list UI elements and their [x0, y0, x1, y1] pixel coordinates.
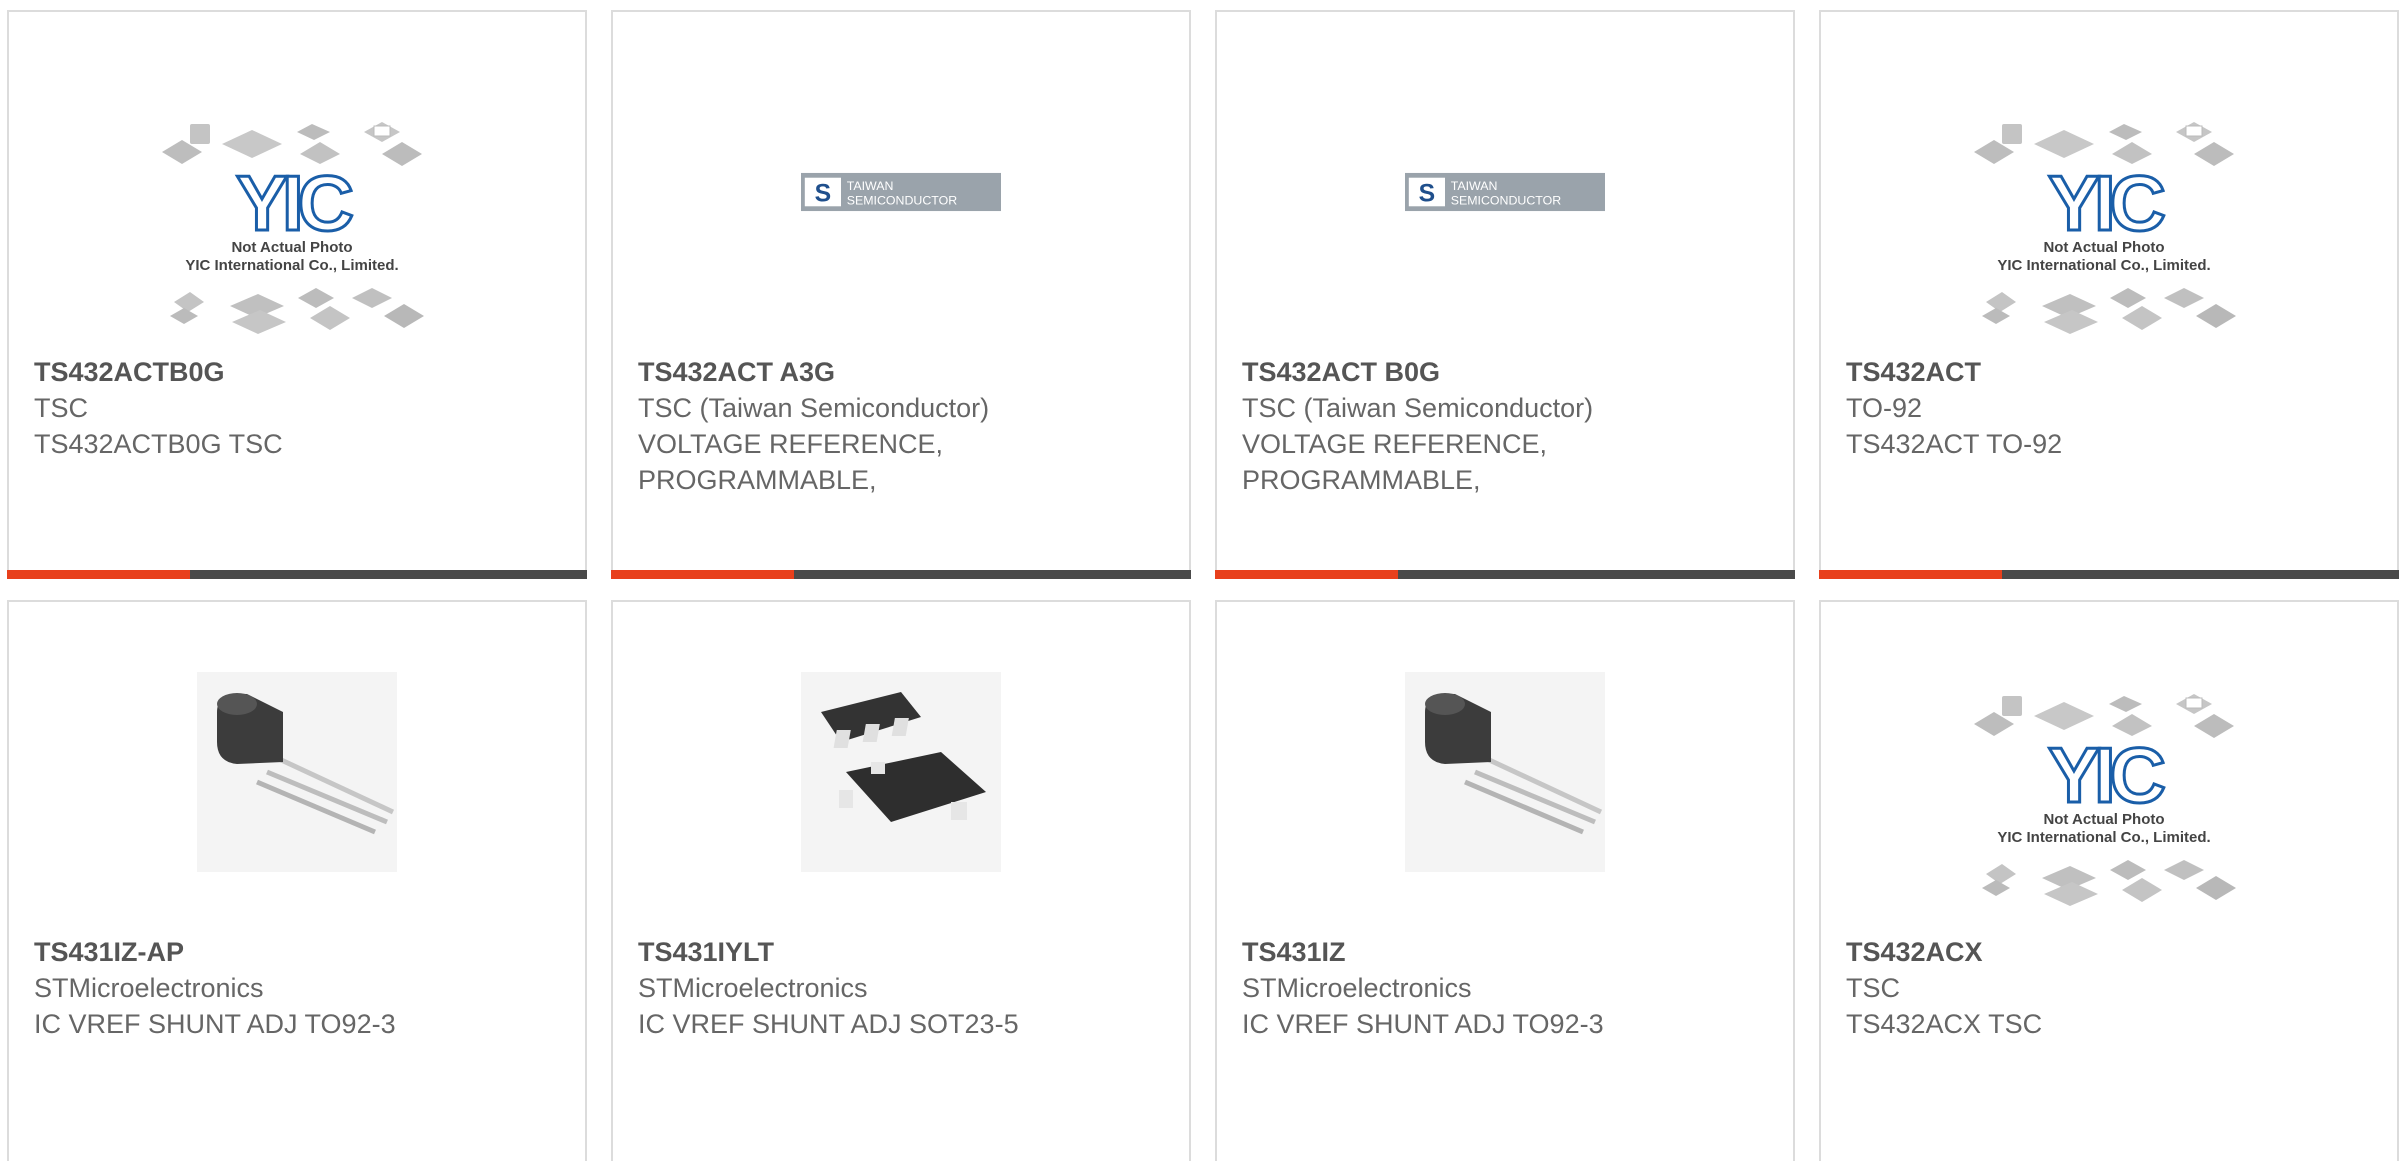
product-image[interactable]	[1217, 157, 1793, 227]
product-card[interactable]: TS432ACT B0G TSC (Taiwan Semiconductor) …	[1215, 10, 1795, 579]
description: VOLTAGE REFERENCE, PROGRAMMABLE,	[1242, 429, 1548, 495]
product-info: TS432ACT TO-92 TS432ACT TO-92	[1846, 354, 2377, 462]
product-card[interactable]: TS432ACTB0G TSC TS432ACTB0G TSC	[7, 10, 587, 579]
yic-placeholder-icon	[1972, 692, 2238, 908]
card-bottom-bar	[1819, 570, 2399, 579]
manufacturer: STMicroelectronics	[34, 973, 264, 1003]
product-card[interactable]: TS432ACT A3G TSC (Taiwan Semiconductor) …	[611, 10, 1191, 579]
manufacturer: TO-92	[1846, 393, 1923, 423]
product-image[interactable]	[1217, 672, 1793, 872]
product-image[interactable]	[9, 672, 585, 872]
to92-transistor-icon	[197, 672, 397, 872]
product-info: TS431IYLT STMicroelectronics IC VREF SHU…	[638, 934, 1169, 1042]
product-card[interactable]: TS432ACT TO-92 TS432ACT TO-92	[1819, 10, 2399, 579]
product-info: TS432ACT A3G TSC (Taiwan Semiconductor) …	[638, 354, 1169, 498]
product-image[interactable]	[613, 672, 1189, 872]
description: VOLTAGE REFERENCE, PROGRAMMABLE,	[638, 429, 944, 495]
description: TS432ACTB0G TSC	[34, 429, 283, 459]
product-info: TS432ACX TSC TS432ACX TSC	[1846, 934, 2377, 1042]
part-number-link[interactable]: TS432ACT A3G	[638, 354, 1169, 390]
part-number-link[interactable]: TS431IYLT	[638, 934, 1169, 970]
description: IC VREF SHUNT ADJ SOT23-5	[638, 1009, 1019, 1039]
card-bottom-bar	[611, 570, 1191, 579]
description: IC VREF SHUNT ADJ TO92-3	[1242, 1009, 1604, 1039]
part-number-link[interactable]: TS432ACT B0G	[1242, 354, 1773, 390]
part-number-link[interactable]: TS431IZ-AP	[34, 934, 565, 970]
product-image[interactable]	[1821, 92, 2397, 352]
taiwan-semiconductor-logo	[801, 172, 1001, 212]
product-image[interactable]	[613, 157, 1189, 227]
product-info: TS432ACTB0G TSC TS432ACTB0G TSC	[34, 354, 565, 462]
description: TS432ACT TO-92	[1846, 429, 2063, 459]
manufacturer: STMicroelectronics	[638, 973, 868, 1003]
description: IC VREF SHUNT ADJ TO92-3	[34, 1009, 396, 1039]
product-card[interactable]: TS431IZ-AP STMicroelectronics IC VREF SH…	[7, 600, 587, 1161]
description: TS432ACX TSC	[1846, 1009, 2043, 1039]
to92-transistor-icon	[1405, 672, 1605, 872]
product-card[interactable]: TS431IYLT STMicroelectronics IC VREF SHU…	[611, 600, 1191, 1161]
manufacturer: TSC (Taiwan Semiconductor)	[1242, 393, 1594, 423]
product-info: TS431IZ-AP STMicroelectronics IC VREF SH…	[34, 934, 565, 1042]
product-info: TS431IZ STMicroelectronics IC VREF SHUNT…	[1242, 934, 1773, 1042]
card-bottom-bar	[1215, 570, 1795, 579]
part-number-link[interactable]: TS432ACX	[1846, 934, 2377, 970]
part-number-link[interactable]: TS431IZ	[1242, 934, 1773, 970]
manufacturer: TSC	[34, 393, 88, 423]
product-grid: TS432ACTB0G TSC TS432ACTB0G TSC TS432ACT…	[0, 0, 2400, 1161]
card-bottom-bar	[7, 570, 587, 579]
yic-placeholder-icon	[160, 120, 426, 336]
sot23-chip-icon	[801, 672, 1001, 872]
part-number-link[interactable]: TS432ACT	[1846, 354, 2377, 390]
yic-placeholder-icon	[1972, 120, 2238, 336]
manufacturer: STMicroelectronics	[1242, 973, 1472, 1003]
part-number-link[interactable]: TS432ACTB0G	[34, 354, 565, 390]
manufacturer: TSC (Taiwan Semiconductor)	[638, 393, 990, 423]
product-info: TS432ACT B0G TSC (Taiwan Semiconductor) …	[1242, 354, 1773, 498]
product-card[interactable]: TS432ACX TSC TS432ACX TSC	[1819, 600, 2399, 1161]
taiwan-semiconductor-logo	[1405, 172, 1605, 212]
product-card[interactable]: TS431IZ STMicroelectronics IC VREF SHUNT…	[1215, 600, 1795, 1161]
product-image[interactable]	[1821, 674, 2397, 914]
manufacturer: TSC	[1846, 973, 1900, 1003]
product-image[interactable]	[9, 92, 585, 352]
